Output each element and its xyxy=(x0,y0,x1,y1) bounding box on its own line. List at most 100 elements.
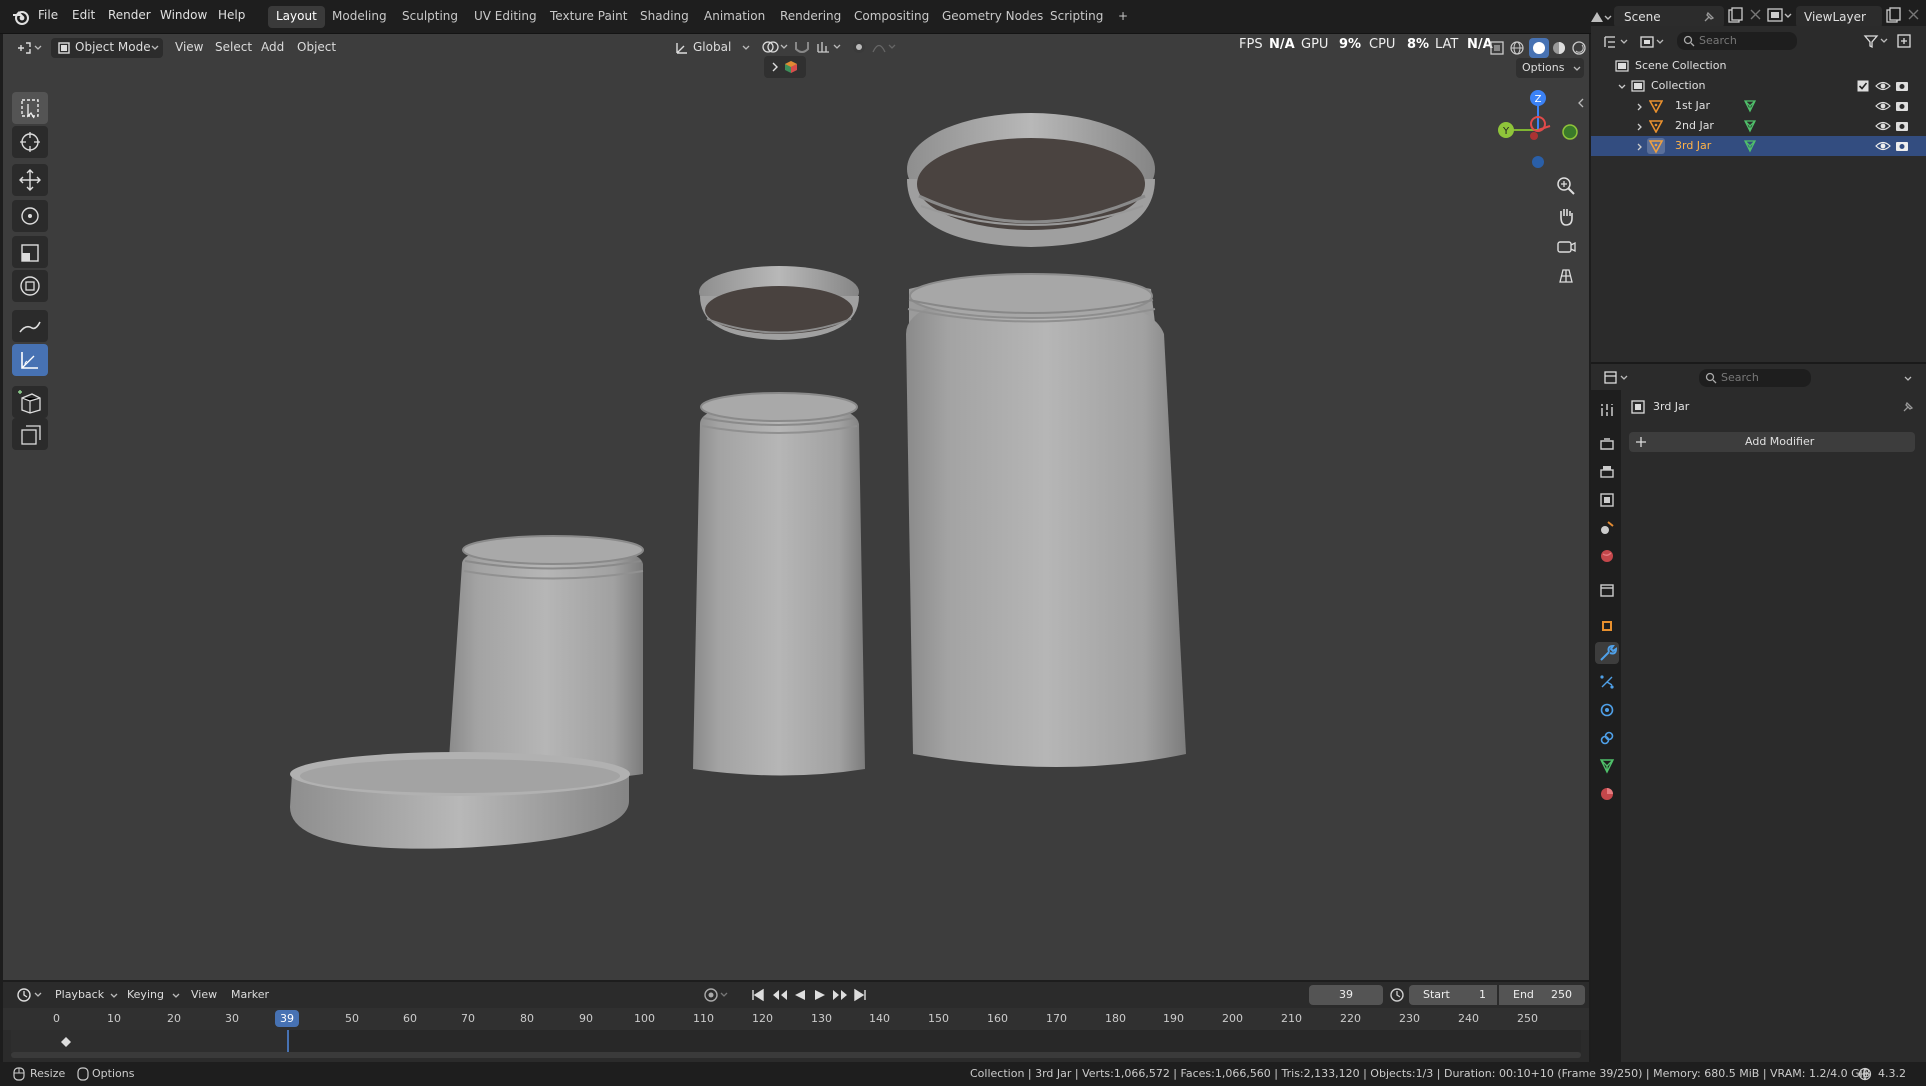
eye-icon[interactable] xyxy=(1875,99,1891,116)
1st-jar-body[interactable] xyxy=(448,535,644,780)
scene-tab-icon[interactable] xyxy=(1599,520,1615,539)
data-tab-icon[interactable] xyxy=(1599,758,1615,777)
prev-keyframe-icon[interactable] xyxy=(771,988,789,1005)
proportional-falloff-icon[interactable] xyxy=(871,39,899,58)
outliner-editor-icon[interactable] xyxy=(1603,34,1633,53)
1st-jar-lid[interactable] xyxy=(290,752,630,849)
keyframe-diamond-icon[interactable] xyxy=(61,1036,71,1050)
tab-shading[interactable]: Shading xyxy=(632,6,697,28)
tab-sculpting[interactable]: Sculpting xyxy=(394,6,466,28)
pin-icon[interactable] xyxy=(1702,10,1716,27)
viewport-menu-add[interactable]: Add xyxy=(261,40,284,54)
viewlayer-selector[interactable]: ViewLayer xyxy=(1796,6,1882,28)
chevron-right-icon[interactable] xyxy=(1635,101,1645,115)
gizmo-neg-z-axis[interactable] xyxy=(1532,156,1544,168)
eye-icon[interactable] xyxy=(1875,79,1891,96)
proportional-editing-icon[interactable] xyxy=(851,39,867,58)
preview-range-icon[interactable] xyxy=(1389,987,1405,1006)
tab-compositing[interactable]: Compositing xyxy=(846,6,937,28)
output-tab-icon[interactable] xyxy=(1599,464,1615,483)
tab-texture-paint[interactable]: Texture Paint xyxy=(542,6,635,28)
transform-orientation-dropdown[interactable]: Global xyxy=(673,38,755,58)
new-collection-icon[interactable] xyxy=(1895,32,1913,53)
outliner-row-collection[interactable]: Collection xyxy=(1591,76,1926,96)
menu-window[interactable]: Window xyxy=(160,8,207,22)
perspective-toggle-icon[interactable] xyxy=(1554,264,1578,288)
collection-tab-icon[interactable] xyxy=(1599,582,1615,601)
auto-keying-icon[interactable] xyxy=(703,987,731,1006)
tab-modeling[interactable]: Modeling xyxy=(324,6,395,28)
menu-help[interactable]: Help xyxy=(218,8,245,22)
viewport-menu-select[interactable]: Select xyxy=(215,40,252,54)
pin-icon[interactable] xyxy=(1901,400,1915,417)
world-tab-icon[interactable] xyxy=(1599,548,1615,567)
material-shading-icon[interactable] xyxy=(1551,40,1567,59)
material-tab-icon[interactable] xyxy=(1599,786,1615,805)
timeline-menu-marker[interactable]: Marker xyxy=(231,988,269,1001)
view-layer-tab-icon[interactable] xyxy=(1599,492,1615,511)
properties-editor-icon[interactable] xyxy=(1603,370,1633,389)
chevron-down-icon[interactable] xyxy=(1903,373,1913,387)
transform-tool[interactable] xyxy=(12,270,48,302)
options-dropdown[interactable]: Options xyxy=(1516,58,1584,78)
pan-hand-icon[interactable] xyxy=(1554,204,1578,228)
outliner-row-3rd-jar[interactable]: 3rd Jar xyxy=(1591,136,1926,156)
wireframe-shading-icon[interactable] xyxy=(1509,40,1525,59)
editor-type-icon[interactable] xyxy=(15,39,45,60)
scene-selector[interactable]: Scene xyxy=(1614,6,1724,28)
timeline-ruler[interactable]: 0 10 20 30 50 60 70 80 90 100 110 120 13… xyxy=(3,1008,1589,1030)
menu-edit[interactable]: Edit xyxy=(72,8,95,22)
checkbox-icon[interactable] xyxy=(1857,80,1869,95)
start-frame-field[interactable]: Start 1 xyxy=(1409,985,1497,1005)
sidebar-toggle-icon[interactable] xyxy=(1576,96,1586,113)
select-box-tool[interactable] xyxy=(12,92,48,124)
tab-geometry-nodes[interactable]: Geometry Nodes xyxy=(934,6,1051,28)
eye-icon[interactable] xyxy=(1875,119,1891,136)
menu-render[interactable]: Render xyxy=(108,8,151,22)
new-viewlayer-icon[interactable] xyxy=(1884,7,1902,28)
remove-scene-icon[interactable] xyxy=(1748,7,1764,26)
menu-file[interactable]: File xyxy=(38,8,58,22)
navigation-gizmo[interactable]: Z Y xyxy=(1494,86,1584,172)
tab-scripting[interactable]: Scripting xyxy=(1042,6,1111,28)
outliner-row-2nd-jar[interactable]: 2nd Jar xyxy=(1591,116,1926,136)
tab-uv-editing[interactable]: UV Editing xyxy=(466,6,545,28)
xray-toggle-icon[interactable] xyxy=(1489,40,1505,59)
camera-icon[interactable] xyxy=(1895,139,1909,156)
play-reverse-icon[interactable] xyxy=(793,988,807,1005)
chevron-right-icon[interactable] xyxy=(1635,121,1645,135)
timeline-track[interactable] xyxy=(11,1030,1581,1052)
viewport-scene[interactable] xyxy=(3,34,1589,980)
filter-icon[interactable] xyxy=(1863,33,1893,52)
playhead-marker[interactable]: 39 xyxy=(275,1010,299,1027)
constraints-tab-icon[interactable] xyxy=(1599,730,1615,749)
play-icon[interactable] xyxy=(813,988,827,1005)
2nd-jar-body[interactable] xyxy=(693,392,865,776)
end-frame-field[interactable]: End 250 xyxy=(1499,985,1585,1005)
add-cube-tool[interactable] xyxy=(12,386,48,418)
extrude-tool[interactable] xyxy=(12,418,48,450)
gizmo-neg-x-axis[interactable] xyxy=(1530,132,1538,140)
timeline-menu-view[interactable]: View xyxy=(191,988,217,1001)
camera-view-icon[interactable] xyxy=(1554,234,1578,258)
modifier-tab-icon[interactable] xyxy=(1595,642,1619,664)
move-tool[interactable] xyxy=(12,164,48,196)
tab-animation[interactable]: Animation xyxy=(696,6,773,28)
camera-icon[interactable] xyxy=(1895,119,1909,136)
new-scene-icon[interactable] xyxy=(1726,7,1744,28)
current-frame-field[interactable]: 39 xyxy=(1309,985,1383,1005)
blender-logo-icon[interactable] xyxy=(12,8,30,26)
particles-tab-icon[interactable] xyxy=(1599,674,1615,693)
next-keyframe-icon[interactable] xyxy=(831,988,849,1005)
scale-tool[interactable] xyxy=(12,236,48,268)
physics-tab-icon[interactable] xyxy=(1599,702,1615,721)
tool-settings-tab-icon[interactable] xyxy=(1599,402,1615,421)
properties-search-input[interactable]: Search xyxy=(1699,369,1811,387)
timeline-scrollbar[interactable] xyxy=(11,1052,1581,1058)
viewport-overlay-toggle[interactable] xyxy=(764,56,806,78)
3rd-jar-body[interactable] xyxy=(906,273,1186,767)
jump-start-icon[interactable] xyxy=(751,988,765,1005)
rendered-shading-icon[interactable] xyxy=(1571,40,1587,59)
solid-shading-icon[interactable] xyxy=(1529,38,1549,58)
playback-menu[interactable]: Playback xyxy=(51,985,119,1005)
